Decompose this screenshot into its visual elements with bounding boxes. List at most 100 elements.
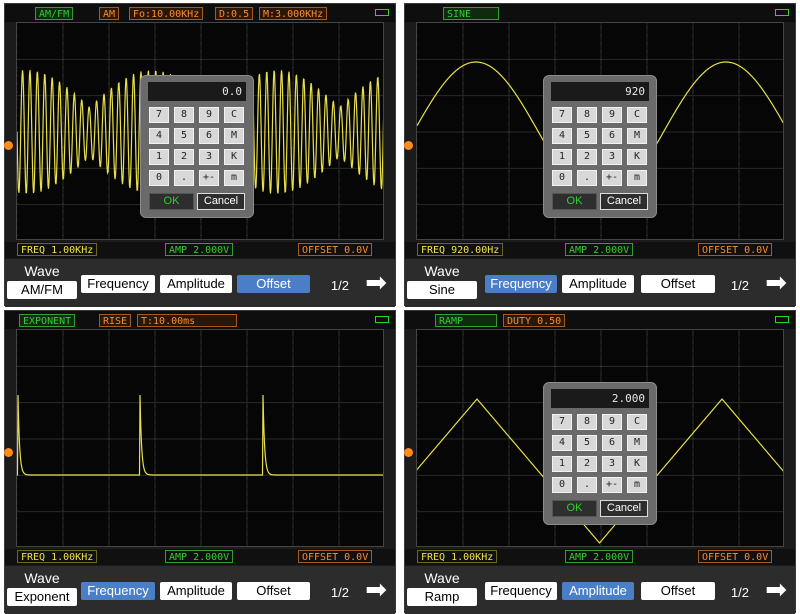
keypad-key[interactable]: 9 [602,107,622,123]
amplitude-softkey[interactable]: Amplitude [160,582,232,600]
frequency-softkey[interactable]: Frequency [81,582,155,600]
keypad-key[interactable]: 9 [602,414,622,430]
frequency-softkey[interactable]: Frequency [81,275,155,293]
keypad-cancel-button[interactable]: Cancel [600,193,648,210]
next-page-arrow-icon[interactable]: ➡ [765,576,787,604]
wave-softkey[interactable]: Wave Exponent [7,570,77,610]
keypad-key[interactable]: 3 [199,149,219,165]
offset-softkey[interactable]: Offset [237,275,310,293]
keypad-key[interactable]: 8 [577,107,597,123]
page-indicator: 1/2 [730,278,749,293]
keypad-key[interactable]: . [577,170,597,186]
keypad-key[interactable]: C [627,107,647,123]
keypad-key[interactable]: 4 [149,128,169,144]
keypad-key[interactable]: 8 [174,107,194,123]
keypad-key[interactable]: 0 [552,170,572,186]
exponent-trace [17,394,383,476]
next-page-arrow-icon[interactable]: ➡ [365,269,387,297]
amp-readout: AMP 2.000V [165,550,234,563]
wave-softkey[interactable]: Wave AM/FM [7,263,77,303]
keypad-ok-button[interactable]: OK [552,193,597,210]
offset-softkey[interactable]: Offset [237,582,310,600]
keypad-key[interactable]: 5 [174,128,194,144]
keypad-key[interactable]: M [627,128,647,144]
keypad-key[interactable]: 2 [577,149,597,165]
keypad-key[interactable]: 6 [199,128,219,144]
keypad-key[interactable]: 5 [577,435,597,451]
battery-icon [375,316,389,323]
frequency-softkey[interactable]: Frequency [485,582,557,600]
wave-type-tag: SINE [443,7,499,20]
keypad-key[interactable]: 7 [552,414,572,430]
keypad-ok-button[interactable]: OK [149,193,194,210]
time-constant-tag: T:10.00ms [137,314,237,327]
keypad-key[interactable]: 0 [149,170,169,186]
keypad-key[interactable]: 7 [149,107,169,123]
keypad-key[interactable]: +- [602,477,622,493]
amplitude-softkey[interactable]: Amplitude [562,582,634,600]
keypad-key[interactable]: 8 [577,414,597,430]
keypad-key[interactable]: m [627,170,647,186]
keypad-key[interactable]: C [224,107,244,123]
next-page-arrow-icon[interactable]: ➡ [365,576,387,604]
level-marker-icon [4,141,13,150]
depth-tag: D:0.5 [215,7,254,20]
keypad-key[interactable]: 7 [552,107,572,123]
keypad-key[interactable]: K [224,149,244,165]
keypad-key[interactable]: m [224,170,244,186]
keypad-key[interactable]: 4 [552,128,572,144]
next-page-arrow-icon[interactable]: ➡ [765,269,787,297]
offset-softkey[interactable]: Offset [641,582,715,600]
keypad-key[interactable]: 1 [552,456,572,472]
keypad-key[interactable]: +- [602,170,622,186]
status-bar: SINE [405,4,795,22]
numeric-keypad: 920 7 8 9 C 4 5 6 M 1 2 3 K 0. +- m OK Cancel [543,75,657,218]
keypad-cancel-button[interactable]: Cancel [600,500,648,517]
keypad-key[interactable]: 3 [602,456,622,472]
keypad-key[interactable]: M [224,128,244,144]
info-bar: FREQ 1.00KHz AMP 2.000V OFFSET 0.0V [405,549,795,565]
mod-freq-tag: M:3.000KHz [259,7,328,20]
carrier-freq-tag: Fo:10.00KHz [129,7,204,20]
keypad-key[interactable]: +- [199,170,219,186]
keypad-key[interactable]: 1 [149,149,169,165]
keypad-key[interactable]: M [627,435,647,451]
keypad-key[interactable]: 9 [199,107,219,123]
keypad-key[interactable]: 0 [552,477,572,493]
offset-softkey[interactable]: Offset [641,275,715,293]
mod-type-tag: AM [99,7,120,20]
keypad-ok-button[interactable]: OK [552,500,597,517]
keypad-cancel-button[interactable]: Cancel [197,193,245,210]
keypad-key[interactable]: 4 [552,435,572,451]
amp-readout: AMP 2.000V [565,243,634,256]
keypad-key[interactable]: . [174,170,194,186]
frequency-softkey[interactable]: Frequency [485,275,557,293]
battery-icon [775,316,789,323]
keypad-display: 920 [551,82,649,101]
keypad-key[interactable]: K [627,456,647,472]
keypad-key[interactable]: K [627,149,647,165]
keypad-key[interactable]: m [627,477,647,493]
info-bar: FREQ 1.00KHz AMP 2.000V OFFSET 0.0V [5,242,395,258]
keypad-key[interactable]: 1 [552,149,572,165]
keypad-key[interactable]: 2 [577,456,597,472]
softkey-menu: Wave Exponent Frequency Amplitude Offset… [5,566,395,614]
keypad-key[interactable]: 3 [602,149,622,165]
amplitude-softkey[interactable]: Amplitude [562,275,634,293]
wave-softkey[interactable]: Wave Ramp [407,570,477,610]
softkey-menu: Wave AM/FM Frequency Amplitude Offset 1/… [5,259,395,307]
offset-readout: OFFSET 0.0V [298,550,373,563]
keypad-key[interactable]: 6 [602,435,622,451]
keypad-key[interactable]: . [577,477,597,493]
keypad-display: 2.000 [551,389,649,408]
duty-tag: DUTY 0.50 [503,314,566,327]
amplitude-softkey[interactable]: Amplitude [160,275,232,293]
keypad-key[interactable]: C [627,414,647,430]
battery-icon [375,9,389,16]
keypad-key[interactable]: 6 [602,128,622,144]
freq-readout: FREQ 1.00KHz [17,243,98,256]
keypad-key[interactable]: 2 [174,149,194,165]
wave-softkey[interactable]: Wave Sine [407,263,477,303]
page-indicator: 1/2 [730,585,749,600]
keypad-key[interactable]: 5 [577,128,597,144]
